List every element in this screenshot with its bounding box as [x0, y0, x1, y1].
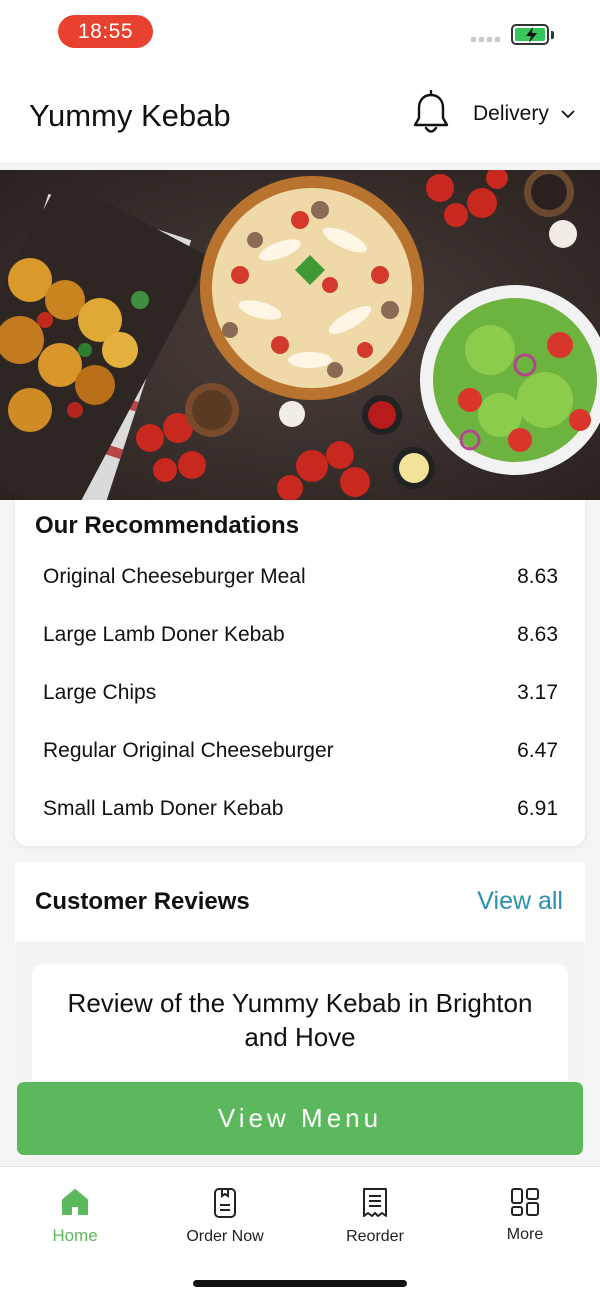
review-card[interactable]: Review of the Yummy Kebab in Brighton an… — [32, 964, 568, 1082]
tab-order-now-label: Order Now — [186, 1228, 264, 1245]
recommendation-item[interactable]: Large Lamb Doner Kebab 8.63 — [43, 617, 558, 653]
recommendation-name: Original Cheeseburger Meal — [43, 565, 306, 588]
battery-icon — [511, 24, 549, 45]
bottom-tab-bar: Home Order Now Reorder More — [0, 1166, 600, 1298]
tab-order-now[interactable]: Order Now — [165, 1187, 285, 1246]
recommendation-price: 3.17 — [517, 681, 558, 704]
receipt-icon — [363, 1188, 387, 1217]
status-bar: 18:55 — [0, 0, 600, 64]
recommendation-name: Small Lamb Doner Kebab — [43, 797, 284, 820]
recommendation-item[interactable]: Regular Original Cheeseburger 6.47 — [43, 733, 558, 769]
signal-icon — [471, 37, 500, 42]
delivery-mode-label: Delivery — [473, 102, 549, 125]
tab-home-label: Home — [52, 1226, 98, 1245]
customer-reviews-section: Customer Reviews View all Review of the … — [15, 862, 585, 1082]
recommendation-price: 8.63 — [517, 565, 558, 588]
tab-more-label: More — [506, 1226, 544, 1243]
recommendation-price: 8.63 — [517, 623, 558, 646]
hero-food-image — [0, 170, 600, 500]
recommendations-title: Our Recommendations — [35, 512, 300, 539]
recommendation-item[interactable]: Original Cheeseburger Meal 8.63 — [43, 559, 558, 595]
tab-reorder-label: Reorder — [346, 1228, 404, 1245]
tab-home[interactable]: Home — [15, 1187, 135, 1246]
view-menu-button[interactable]: View Menu — [17, 1082, 583, 1155]
recommendation-name: Regular Original Cheeseburger — [43, 739, 334, 762]
order-icon — [214, 1188, 236, 1218]
delivery-mode-selector[interactable]: Delivery — [473, 102, 575, 126]
recommendation-name: Large Chips — [43, 681, 157, 704]
recommendation-item[interactable]: Large Chips 3.17 — [43, 675, 558, 711]
view-all-link[interactable]: View all — [477, 887, 563, 916]
recommendation-name: Large Lamb Doner Kebab — [43, 623, 285, 646]
tab-reorder[interactable]: Reorder — [315, 1187, 435, 1246]
chevron-down-icon — [561, 110, 575, 119]
reviews-title: Customer Reviews — [35, 888, 250, 915]
recommendation-item[interactable]: Small Lamb Doner Kebab 6.91 — [43, 791, 558, 827]
review-card-title: Review of the Yummy Kebab in Brighton an… — [67, 988, 533, 1052]
reviews-header: Customer Reviews View all — [15, 862, 585, 942]
home-indicator[interactable] — [193, 1280, 407, 1287]
grid-icon — [511, 1188, 539, 1216]
home-icon — [62, 1189, 88, 1215]
tab-more[interactable]: More — [465, 1187, 585, 1244]
recommendation-price: 6.91 — [517, 797, 558, 820]
app-header: Yummy Kebab Delivery — [0, 64, 600, 164]
status-time: 18:55 — [58, 15, 153, 48]
recommendations-card: Our Recommendations Original Cheeseburge… — [15, 500, 585, 846]
app-title: Yummy Kebab — [29, 98, 231, 133]
recommendation-price: 6.47 — [517, 739, 558, 762]
bell-icon[interactable] — [411, 90, 451, 138]
